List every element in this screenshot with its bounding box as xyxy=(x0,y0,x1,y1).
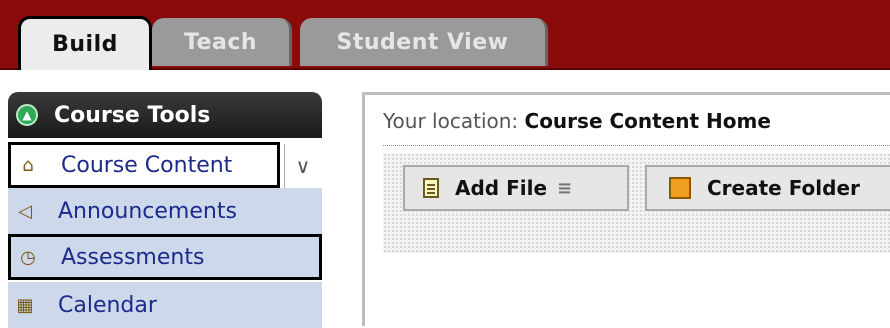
course-tools-panel: ▲ Course Tools ⌂ Course Content ∨ ◁ Anno… xyxy=(0,92,322,328)
folder-icon xyxy=(669,177,691,199)
course-tools-header[interactable]: ▲ Course Tools xyxy=(8,92,322,138)
action-toolbar: Add File ≡ Create Folder xyxy=(383,153,890,253)
menu-item-label: Assessments xyxy=(61,244,205,270)
divider xyxy=(383,145,890,146)
collapse-up-icon[interactable]: ▲ xyxy=(16,104,38,126)
tab-student-view-label: Student View xyxy=(336,29,509,55)
menu-item-announcements[interactable]: ◁ Announcements xyxy=(8,188,322,234)
menu-item-label: Announcements xyxy=(58,198,237,224)
create-folder-label: Create Folder xyxy=(707,176,860,200)
tab-build-label: Build xyxy=(52,32,118,57)
menu-item-assessments[interactable]: ◷ Assessments xyxy=(8,234,322,280)
content-panel: Your location: Course Content Home Add F… xyxy=(362,92,890,326)
breadcrumb-current[interactable]: Course Content Home xyxy=(525,109,771,133)
create-folder-button[interactable]: Create Folder xyxy=(645,165,890,211)
tab-teach-label: Teach xyxy=(183,29,258,55)
tab-student-view[interactable]: Student View xyxy=(300,18,548,66)
menu-item-label: Calendar xyxy=(58,292,157,318)
file-icon xyxy=(423,178,439,198)
top-navigation-bar: Build Teach Student View xyxy=(0,0,890,70)
breadcrumb-prefix: Your location: xyxy=(383,109,519,133)
menu-item-course-content[interactable]: ⌂ Course Content xyxy=(8,142,280,188)
tab-build[interactable]: Build xyxy=(18,16,152,70)
add-file-label: Add File xyxy=(455,176,548,200)
calendar-icon: ▦ xyxy=(16,294,34,316)
tab-teach[interactable]: Teach xyxy=(152,18,292,66)
breadcrumb: Your location: Course Content Home xyxy=(383,109,771,133)
course-tools-title: Course Tools xyxy=(54,102,211,128)
clipboard-clock-icon: ◷ xyxy=(20,246,36,268)
add-file-button[interactable]: Add File ≡ xyxy=(403,165,629,211)
menu-item-label: Course Content xyxy=(61,152,233,178)
menu-item-calendar[interactable]: ▦ Calendar xyxy=(8,282,322,328)
double-chevron-down-icon: ∨ xyxy=(295,154,311,178)
megaphone-icon: ◁ xyxy=(18,200,32,222)
expand-menu-button[interactable]: ∨ xyxy=(284,144,321,188)
home-icon: ⌂ xyxy=(22,154,34,176)
menu-caret-icon: ≡ xyxy=(557,177,573,199)
